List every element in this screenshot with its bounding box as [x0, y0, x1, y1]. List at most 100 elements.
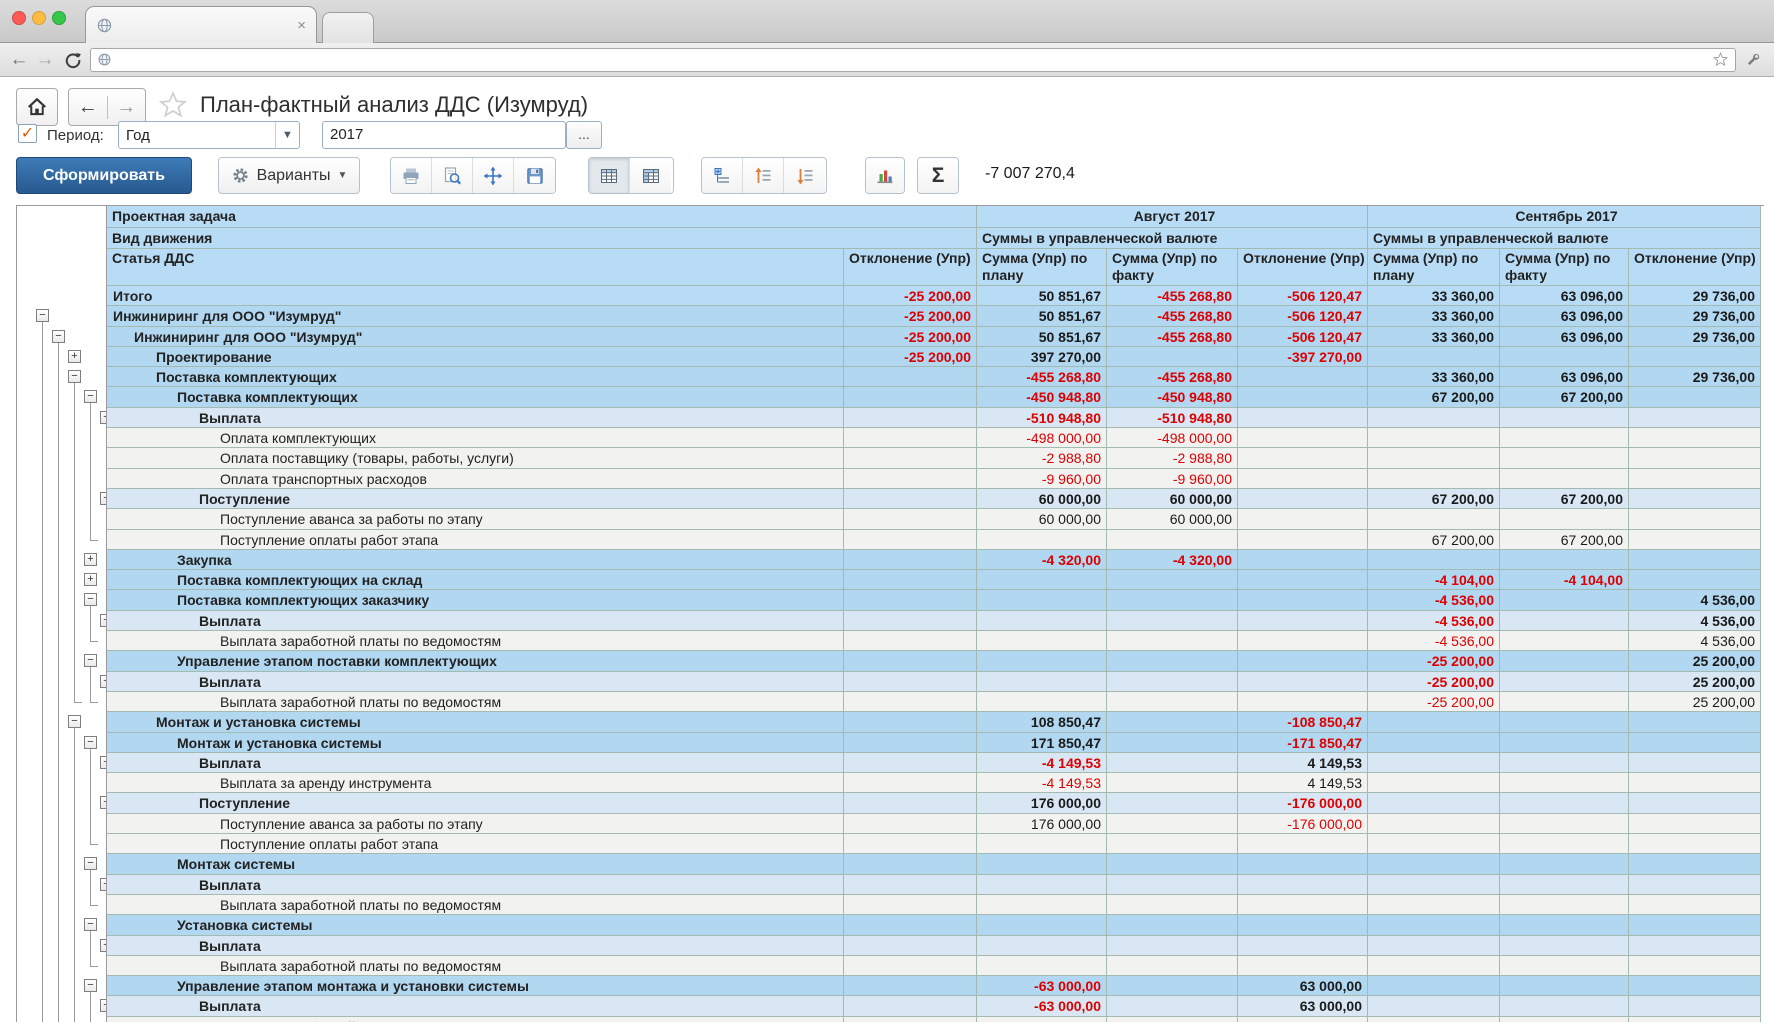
value-cell[interactable] — [1629, 550, 1761, 570]
home-button[interactable] — [16, 88, 58, 126]
value-cell[interactable]: -455 268,80 — [1107, 367, 1238, 387]
value-cell[interactable]: -455 268,80 — [1107, 306, 1238, 326]
value-cell[interactable] — [1629, 773, 1761, 793]
value-cell[interactable] — [1368, 793, 1500, 813]
value-cell[interactable] — [977, 651, 1107, 671]
value-cell[interactable] — [1368, 509, 1500, 529]
row-label[interactable]: Монтаж и установка системы — [107, 712, 844, 732]
chart-button[interactable] — [866, 158, 904, 193]
row-label[interactable]: Инжиниринг для ООО "Изумруд" — [107, 327, 844, 347]
value-cell[interactable] — [1238, 692, 1368, 712]
value-cell[interactable] — [1629, 530, 1761, 550]
tab-close-icon[interactable]: × — [297, 18, 306, 33]
value-cell[interactable] — [1629, 509, 1761, 529]
value-cell[interactable]: 29 736,00 — [1629, 306, 1761, 326]
value-cell[interactable] — [1500, 550, 1629, 570]
value-cell[interactable]: -510 948,80 — [977, 408, 1107, 428]
value-cell[interactable]: -25 200,00 — [844, 327, 977, 347]
value-cell[interactable] — [844, 611, 977, 631]
value-cell[interactable]: -63 000,00 — [977, 996, 1107, 1016]
wrench-icon[interactable] — [1744, 51, 1762, 69]
row-label[interactable]: Выплата — [107, 611, 844, 631]
print-preview-button[interactable] — [432, 158, 473, 193]
row-label[interactable]: Выплата — [107, 996, 844, 1016]
value-cell[interactable] — [1629, 793, 1761, 813]
window-minimize-button[interactable] — [32, 11, 46, 25]
value-cell[interactable] — [1500, 347, 1629, 367]
collapse-groups-button[interactable] — [784, 158, 825, 193]
value-cell[interactable] — [844, 367, 977, 387]
row-label[interactable]: Закупка — [107, 550, 844, 570]
tree-collapse-button[interactable]: − — [100, 614, 107, 627]
value-cell[interactable]: -498 000,00 — [977, 428, 1107, 448]
value-cell[interactable] — [1107, 590, 1238, 610]
value-cell[interactable] — [1500, 773, 1629, 793]
value-cell[interactable] — [1500, 915, 1629, 935]
value-cell[interactable] — [1500, 590, 1629, 610]
row-label[interactable]: Управление этапом поставки комплектующих — [107, 651, 844, 671]
value-cell[interactable] — [844, 936, 977, 956]
value-cell[interactable] — [1238, 895, 1368, 915]
row-label[interactable]: Поставка комплектующих на склад — [107, 570, 844, 590]
value-cell[interactable] — [1107, 854, 1238, 874]
value-cell[interactable] — [844, 956, 977, 976]
value-cell[interactable] — [1107, 733, 1238, 753]
value-cell[interactable] — [844, 387, 977, 407]
value-cell[interactable] — [844, 854, 977, 874]
row-label[interactable]: Поступление оплаты работ этапа — [107, 530, 844, 550]
value-cell[interactable] — [844, 570, 977, 590]
tree-expand-button[interactable]: + — [84, 553, 97, 566]
browser-forward-icon[interactable]: → — [32, 49, 58, 71]
app-forward-button[interactable]: → — [108, 96, 146, 119]
value-cell[interactable]: -4 149,53 — [977, 773, 1107, 793]
value-cell[interactable] — [1368, 854, 1500, 874]
value-cell[interactable]: -397 270,00 — [1238, 347, 1368, 367]
value-cell[interactable] — [1629, 936, 1761, 956]
expand-groups-button[interactable] — [743, 158, 784, 193]
value-cell[interactable] — [1500, 996, 1629, 1016]
value-cell[interactable]: -4 320,00 — [1107, 550, 1238, 570]
row-label[interactable]: Поступление аванса за работы по этапу — [107, 814, 844, 834]
period-type-select[interactable]: Год ▼ — [118, 121, 300, 149]
value-cell[interactable] — [1368, 996, 1500, 1016]
value-cell[interactable] — [1629, 834, 1761, 854]
value-cell[interactable]: 67 200,00 — [1368, 530, 1500, 550]
row-label[interactable]: Поставка комплектующих заказчику — [107, 590, 844, 610]
value-cell[interactable] — [1107, 712, 1238, 732]
value-cell[interactable] — [844, 895, 977, 915]
row-label[interactable]: Выплата заработной платы по ведомостям — [107, 956, 844, 976]
period-checkbox[interactable]: ✓ — [18, 124, 37, 143]
period-value-input[interactable]: 2017 — [322, 121, 566, 149]
row-label[interactable]: Выплата — [107, 875, 844, 895]
value-cell[interactable] — [844, 814, 977, 834]
value-cell[interactable] — [1238, 936, 1368, 956]
value-cell[interactable] — [1500, 793, 1629, 813]
row-label[interactable]: Установка системы — [107, 915, 844, 935]
value-cell[interactable] — [1629, 712, 1761, 732]
row-label[interactable]: Монтаж системы — [107, 854, 844, 874]
value-cell[interactable]: 176 000,00 — [977, 793, 1107, 813]
tree-collapse-button[interactable]: − — [100, 492, 107, 505]
value-cell[interactable] — [977, 611, 1107, 631]
value-cell[interactable]: 63 096,00 — [1500, 327, 1629, 347]
value-cell[interactable] — [1238, 834, 1368, 854]
value-cell[interactable] — [1238, 631, 1368, 651]
value-cell[interactable] — [1368, 915, 1500, 935]
value-cell[interactable] — [1368, 976, 1500, 996]
value-cell[interactable]: -455 268,80 — [977, 367, 1107, 387]
value-cell[interactable] — [1238, 367, 1368, 387]
row-label[interactable]: Выплата за аренду инструмента — [107, 773, 844, 793]
value-cell[interactable] — [1368, 469, 1500, 489]
value-cell[interactable]: -4 104,00 — [1368, 570, 1500, 590]
value-cell[interactable] — [1500, 936, 1629, 956]
value-cell[interactable]: 60 000,00 — [1107, 509, 1238, 529]
value-cell[interactable] — [1500, 875, 1629, 895]
value-cell[interactable]: 4 536,00 — [1629, 590, 1761, 610]
value-cell[interactable]: -108 850,47 — [1238, 712, 1368, 732]
value-cell[interactable] — [1629, 875, 1761, 895]
value-cell[interactable] — [1629, 347, 1761, 367]
value-cell[interactable]: 33 360,00 — [1368, 327, 1500, 347]
header-deviation[interactable]: Отклонение (Упр) — [844, 249, 977, 286]
show-grid-button[interactable] — [589, 158, 630, 193]
show-headers-button[interactable] — [630, 158, 671, 193]
